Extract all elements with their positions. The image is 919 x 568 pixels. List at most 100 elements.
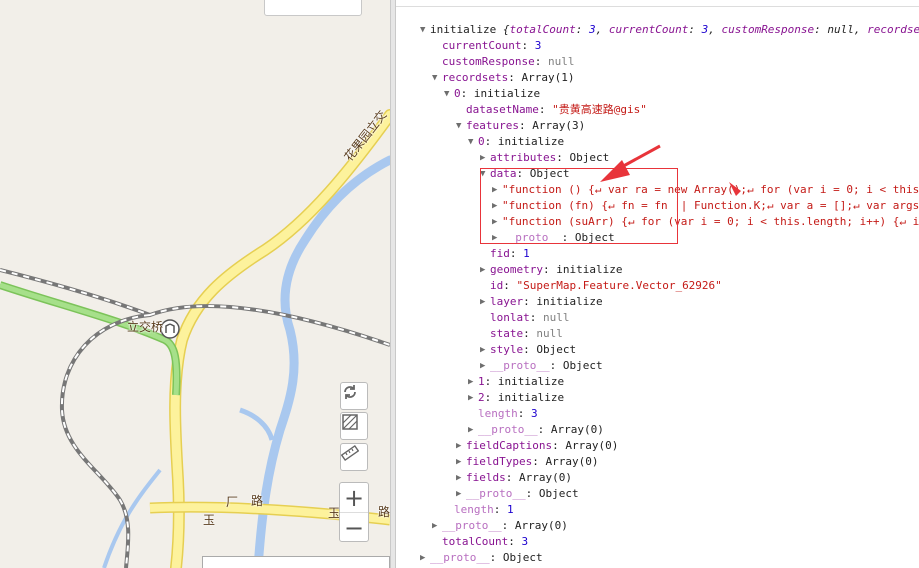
collapsed-arrow-icon[interactable]: ▶ xyxy=(480,294,490,310)
console-row[interactable]: ▶ geometry: initialize xyxy=(480,262,622,278)
collapsed-arrow-icon[interactable]: ▶ xyxy=(432,518,442,534)
collapsed-arrow-icon[interactable]: ▶ xyxy=(492,198,502,214)
console-row: length: 3 xyxy=(468,406,538,422)
console-row[interactable]: ▼ features: Array(3) xyxy=(456,118,585,134)
collapsed-arrow-icon[interactable]: ▶ xyxy=(492,214,502,230)
collapsed-arrow-icon[interactable]: ▶ xyxy=(480,358,490,374)
console-token: "function () {↵ var ra = new Array();↵ f… xyxy=(502,183,919,196)
console-token: : Array(1) xyxy=(508,71,575,84)
console-row[interactable]: ▶ "function (fn) {↵ fn = fn || Function.K… xyxy=(492,198,919,214)
console-token: __proto__ xyxy=(490,359,550,372)
zoom-out-button[interactable]: − xyxy=(340,512,368,542)
collapsed-arrow-icon[interactable]: ▶ xyxy=(480,150,490,166)
collapsed-arrow-icon[interactable]: ▶ xyxy=(492,230,502,246)
console-token: __proto__ xyxy=(478,423,538,436)
collapsed-arrow-icon[interactable]: ▶ xyxy=(456,454,466,470)
map-search-box[interactable] xyxy=(264,0,362,16)
console-token: customResponse xyxy=(721,23,815,36)
collapsed-arrow-icon[interactable]: ▶ xyxy=(480,342,490,358)
console-token: : Object xyxy=(523,343,577,356)
console-token: 3 xyxy=(521,535,529,548)
area-measure-button[interactable] xyxy=(340,412,368,440)
console-row[interactable]: ▶ __proto__: Array(0) xyxy=(468,422,604,438)
console-row[interactable]: ▶ fields: Array(0) xyxy=(456,470,572,486)
console-row[interactable]: ▶ __proto__: Object xyxy=(480,358,603,374)
console-token: null xyxy=(536,327,563,340)
console-row: customResponse: null xyxy=(432,54,574,70)
console-row[interactable]: ▶ layer: initialize xyxy=(480,294,603,310)
river-branch xyxy=(239,407,275,441)
distance-measure-button[interactable] xyxy=(340,443,368,471)
console-row: state: null xyxy=(480,326,563,342)
map-view[interactable]: 花果园立交 立交桥 玉 厂 路 玉 路 + − xyxy=(0,0,390,568)
console-token: : xyxy=(517,407,531,420)
console-token: : initialize xyxy=(523,295,603,308)
console-row[interactable]: ▼ initialize {totalCount: 3, currentCount… xyxy=(420,22,919,38)
console-token: : Object xyxy=(525,487,579,500)
console-token: datasetName xyxy=(466,103,539,116)
console-token: length xyxy=(478,407,518,420)
expanded-arrow-icon[interactable]: ▼ xyxy=(456,118,466,134)
console-token: attributes xyxy=(490,151,557,164)
console-row: datasetName: "贵黄高速路@gis" xyxy=(456,102,647,118)
console-token: : initialize xyxy=(484,391,565,404)
console-token: recordsets xyxy=(442,71,509,84)
console-token: : xyxy=(688,23,702,36)
console-token: , xyxy=(595,23,609,36)
expanded-arrow-icon[interactable]: ▼ xyxy=(468,134,478,150)
console-row[interactable]: ▶ "function (suArr) {↵ for (var i = 0; i … xyxy=(492,214,919,230)
console-row[interactable]: ▶ fieldTypes: Array(0) xyxy=(456,454,598,470)
collapsed-arrow-icon[interactable]: ▶ xyxy=(468,390,478,406)
console-row[interactable]: ▶ __proto__: Object xyxy=(420,550,543,566)
expanded-arrow-icon[interactable]: ▼ xyxy=(420,22,430,38)
console-token: recordse xyxy=(867,23,919,36)
railway-2 xyxy=(59,313,151,568)
console-row[interactable]: ▶ 2: initialize xyxy=(468,390,564,406)
console-token: : Object xyxy=(516,167,570,180)
console-row[interactable]: ▶ 1: initialize xyxy=(468,374,564,390)
collapsed-arrow-icon[interactable]: ▶ xyxy=(480,262,490,278)
expanded-arrow-icon[interactable]: ▼ xyxy=(432,70,442,86)
console-row[interactable]: ▼ recordsets: Array(1) xyxy=(432,70,574,86)
console-row[interactable]: ▶ fieldCaptions: Array(0) xyxy=(456,438,618,454)
console-row: currentCount: 3 xyxy=(432,38,541,54)
console-row[interactable]: ▶ "function () {↵ var ra = new Array();↵ … xyxy=(492,182,919,198)
console-token: "SuperMap.Feature.Vector_62926" xyxy=(516,279,722,292)
collapsed-arrow-icon[interactable]: ▶ xyxy=(492,182,502,198)
console-token: features xyxy=(466,119,519,132)
collapsed-arrow-icon[interactable]: ▶ xyxy=(456,486,466,502)
collapsed-arrow-icon[interactable]: ▶ xyxy=(468,374,478,390)
console-token: : Array(0) xyxy=(501,519,568,532)
collapsed-arrow-icon[interactable]: ▶ xyxy=(456,470,466,486)
map-label-interchange: 立交桥 xyxy=(127,320,164,334)
map-label-lu: 路 xyxy=(251,494,264,508)
console-row[interactable]: ▼ data: Object xyxy=(480,166,569,182)
console-token: : xyxy=(521,39,535,52)
console-row[interactable]: ▶ style: Object xyxy=(480,342,576,358)
console-token: "function (suArr) {↵ for (var i = 0; i <… xyxy=(502,215,919,228)
rotate-button[interactable] xyxy=(340,382,368,410)
console-token: : Array(0) xyxy=(505,471,572,484)
console-token: length xyxy=(454,503,494,516)
river-branch-west xyxy=(102,468,162,568)
console-row[interactable]: ▼ 0: initialize xyxy=(468,134,564,150)
expanded-arrow-icon[interactable]: ▼ xyxy=(480,166,490,182)
collapsed-arrow-icon[interactable]: ▶ xyxy=(456,438,466,454)
collapsed-arrow-icon[interactable]: ▶ xyxy=(420,550,430,566)
collapsed-arrow-icon[interactable]: ▶ xyxy=(468,422,478,438)
console-row[interactable]: ▶ __proto__: Array(0) xyxy=(432,518,568,534)
railway-2-dash xyxy=(60,314,151,568)
console-token: : xyxy=(529,311,543,324)
console-token: __proto__ xyxy=(466,487,526,500)
console-row[interactable]: ▶ __proto__: Object xyxy=(456,486,579,502)
console-row[interactable]: ▶ __proto__: Object xyxy=(492,230,615,246)
console-token: null xyxy=(547,55,575,68)
console-token: : xyxy=(508,535,522,548)
console-row[interactable]: ▶ attributes: Object xyxy=(480,150,609,166)
console-token: 2 xyxy=(478,391,485,404)
console-token: initialize xyxy=(430,23,503,36)
console-token: : xyxy=(814,23,828,36)
console-row[interactable]: ▼ 0: initialize xyxy=(444,86,540,102)
zoom-in-button[interactable]: + xyxy=(340,483,368,512)
expanded-arrow-icon[interactable]: ▼ xyxy=(444,86,454,102)
